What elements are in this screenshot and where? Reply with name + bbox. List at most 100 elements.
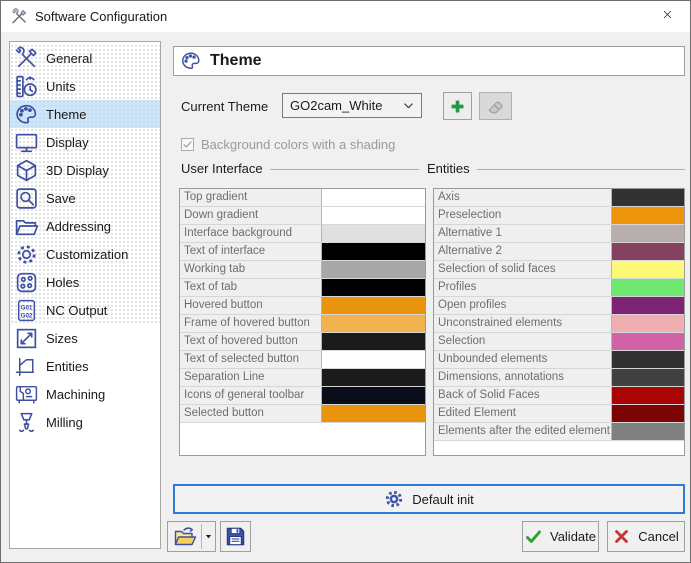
sidebar-item-label: Entities xyxy=(46,359,89,374)
sidebar-item-theme[interactable]: Theme xyxy=(10,100,160,128)
color-row: Preselection xyxy=(434,207,684,225)
delete-theme-button[interactable] xyxy=(479,92,512,120)
color-row-label: Elements after the edited element xyxy=(434,423,612,440)
sidebar-item-machining[interactable]: Machining xyxy=(10,380,160,408)
color-row: Open profiles xyxy=(434,297,684,315)
color-row-label: Text of interface xyxy=(180,243,322,260)
entities-icon xyxy=(14,354,39,379)
user-interface-color-table: Top gradient Down gradient Interface bac… xyxy=(179,188,426,456)
default-init-button[interactable]: Default init xyxy=(173,484,685,514)
checkbox-check-icon xyxy=(182,139,193,150)
color-swatch[interactable] xyxy=(322,387,425,404)
color-swatch[interactable] xyxy=(322,315,425,332)
sidebar-item-addressing[interactable]: Addressing xyxy=(10,212,160,240)
color-swatch[interactable] xyxy=(612,189,684,206)
color-swatch[interactable] xyxy=(612,207,684,224)
gear-icon xyxy=(384,489,404,509)
color-row-label: Open profiles xyxy=(434,297,612,314)
color-row-label: Selected button xyxy=(180,405,322,422)
current-theme-select[interactable]: GO2cam_White xyxy=(282,93,422,118)
open-theme-dropdown[interactable] xyxy=(202,522,215,551)
color-swatch[interactable] xyxy=(322,297,425,314)
cancel-button[interactable]: Cancel xyxy=(607,521,685,552)
page-title: Theme xyxy=(210,52,262,70)
palette-icon xyxy=(14,102,39,127)
color-swatch[interactable] xyxy=(322,189,425,206)
x-icon xyxy=(613,528,630,545)
color-swatch[interactable] xyxy=(612,405,684,422)
color-swatch[interactable] xyxy=(322,243,425,260)
color-row-label: Text of selected button xyxy=(180,351,322,368)
sidebar-item-label: Theme xyxy=(46,107,86,122)
color-row-label: Selection xyxy=(434,333,612,350)
color-row-label: Back of Solid Faces xyxy=(434,387,612,404)
sidebar-item-label: Holes xyxy=(46,275,79,290)
color-swatch[interactable] xyxy=(612,387,684,404)
three-d-display-icon xyxy=(14,158,39,183)
close-button[interactable] xyxy=(645,1,690,32)
color-swatch[interactable] xyxy=(612,423,684,440)
sidebar-item-label: Machining xyxy=(46,387,105,402)
color-swatch[interactable] xyxy=(612,315,684,332)
validate-button[interactable]: Validate xyxy=(522,521,599,552)
sidebar-item-label: Sizes xyxy=(46,331,78,346)
sidebar-item-units[interactable]: Units xyxy=(10,72,160,100)
color-row: Alternative 2 xyxy=(434,243,684,261)
sidebar-item-customization[interactable]: Customization xyxy=(10,240,160,268)
color-row-label: Unconstrained elements xyxy=(434,315,612,332)
color-swatch[interactable] xyxy=(612,333,684,350)
color-swatch[interactable] xyxy=(612,297,684,314)
current-theme-label: Current Theme xyxy=(181,99,268,114)
color-row: Selection xyxy=(434,333,684,351)
shading-checkbox-label: Background colors with a shading xyxy=(201,137,395,152)
plus-icon xyxy=(448,97,467,116)
title-bar: Software Configuration xyxy=(1,1,690,32)
color-swatch[interactable] xyxy=(322,261,425,278)
color-row-label: Frame of hovered button xyxy=(180,315,322,332)
sidebar-item-nc-output[interactable]: G01G02 NC Output xyxy=(10,296,160,324)
color-row-label: Separation Line xyxy=(180,369,322,386)
color-row: Text of interface xyxy=(180,243,425,261)
sidebar-item-display[interactable]: Display xyxy=(10,128,160,156)
sidebar-item-save[interactable]: Save xyxy=(10,184,160,212)
color-swatch[interactable] xyxy=(322,405,425,422)
color-swatch[interactable] xyxy=(612,261,684,278)
sidebar-item-general[interactable]: General xyxy=(10,44,160,72)
group-rule xyxy=(477,169,685,170)
color-swatch[interactable] xyxy=(322,279,425,296)
sidebar-item-label: NC Output xyxy=(46,303,107,318)
shading-checkbox-row: Background colors with a shading xyxy=(181,137,395,152)
open-theme-button[interactable] xyxy=(168,522,201,551)
sidebar-item-sizes[interactable]: Sizes xyxy=(10,324,160,352)
color-swatch[interactable] xyxy=(612,243,684,260)
sidebar-item-3d-display[interactable]: 3D Display xyxy=(10,156,160,184)
addressing-icon xyxy=(14,214,39,239)
color-swatch[interactable] xyxy=(612,351,684,368)
nc-output-icon: G01G02 xyxy=(14,298,39,323)
color-row-label: Preselection xyxy=(434,207,612,224)
color-row: Frame of hovered button xyxy=(180,315,425,333)
color-swatch[interactable] xyxy=(322,207,425,224)
sidebar-item-entities[interactable]: Entities xyxy=(10,352,160,380)
save-theme-button[interactable] xyxy=(220,521,251,552)
shading-checkbox[interactable] xyxy=(181,138,194,151)
validate-label: Validate xyxy=(550,529,596,544)
color-row: Dimensions, annotations xyxy=(434,369,684,387)
color-swatch[interactable] xyxy=(322,369,425,386)
color-row: Unconstrained elements xyxy=(434,315,684,333)
sidebar-item-holes[interactable]: Holes xyxy=(10,268,160,296)
group-title: User Interface xyxy=(181,161,263,176)
color-swatch[interactable] xyxy=(612,279,684,296)
color-row: Text of selected button xyxy=(180,351,425,369)
sidebar-item-milling[interactable]: Milling xyxy=(10,408,160,436)
floppy-icon xyxy=(224,525,247,548)
color-swatch[interactable] xyxy=(322,351,425,368)
color-swatch[interactable] xyxy=(612,369,684,386)
color-row: Edited Element xyxy=(434,405,684,423)
svg-text:G02: G02 xyxy=(21,312,33,319)
color-row: Selection of solid faces xyxy=(434,261,684,279)
add-theme-button[interactable] xyxy=(443,92,472,120)
color-swatch[interactable] xyxy=(612,225,684,242)
color-swatch[interactable] xyxy=(322,225,425,242)
color-swatch[interactable] xyxy=(322,333,425,350)
